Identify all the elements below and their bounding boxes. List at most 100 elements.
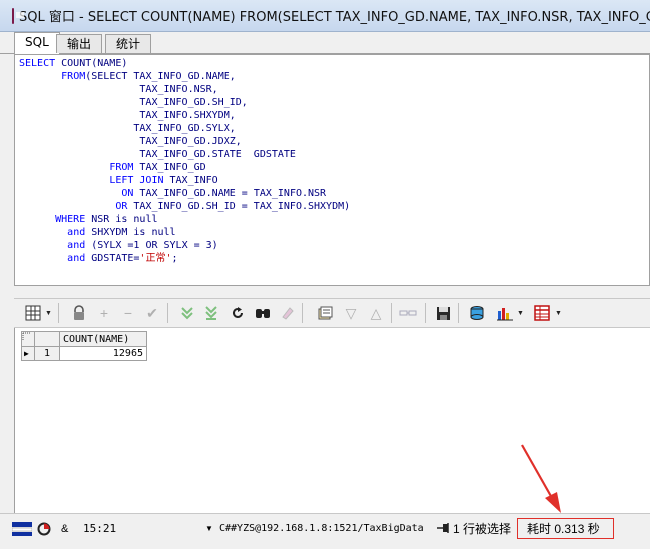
connection-info[interactable]: C##YZS@192.168.1.8:1521/TaxBigData [219, 521, 424, 537]
filter-up-icon[interactable]: △ [365, 301, 387, 325]
sql-line: FROM TAX_INFO_GD [19, 161, 206, 174]
sql-line: TAX_INFO_GD.SH_ID, [19, 96, 248, 109]
sql-keyword: LEFT JOIN [109, 175, 164, 186]
sql-indent [19, 201, 115, 212]
result-grid[interactable]: COUNT(NAME) ▶ 1 12965 [14, 328, 650, 513]
pin-icon [436, 522, 450, 538]
current-row-indicator-icon: ▶ [21, 346, 35, 361]
table-header-row: COUNT(NAME) [21, 331, 147, 347]
tab-sql[interactable]: SQL [14, 32, 60, 54]
column-header-count-name[interactable]: COUNT(NAME) [59, 331, 147, 347]
splitter[interactable] [14, 286, 650, 298]
sql-text: COUNT(NAME) [55, 58, 128, 69]
window-title: SQL 窗口 - SELECT COUNT(NAME) FROM(SELECT … [19, 10, 650, 25]
sql-text: SHXYDM is null [85, 227, 176, 238]
grid-dropdown-icon[interactable]: ▼ [45, 301, 53, 325]
sql-window-icon [12, 7, 24, 24]
toolbar-separator [425, 303, 426, 323]
sql-keyword: and [67, 253, 86, 264]
sql-indent [19, 188, 121, 199]
sql-line: FROM(SELECT TAX_INFO_GD.NAME, [19, 70, 236, 83]
sql-editor[interactable]: SELECT COUNT(NAME) FROM(SELECT TAX_INFO_… [14, 54, 650, 286]
sql-line: TAX_INFO_GD.STATE GDSTATE [19, 148, 296, 161]
sql-line: and (SYLX =1 OR SYLX = 3) [19, 239, 218, 252]
lock-icon[interactable] [68, 301, 90, 325]
toolbar-separator [58, 303, 59, 323]
sql-text: TAX_INFO_GD.SH_ID, [19, 97, 248, 108]
sql-keyword: WHERE [55, 214, 86, 225]
table-view-dropdown-icon[interactable]: ▼ [555, 301, 563, 325]
toolbar-separator [391, 303, 392, 323]
refresh-icon[interactable] [227, 301, 249, 325]
sql-line: TAX_INFO_GD.SYLX, [19, 122, 236, 135]
sql-indent [19, 214, 55, 225]
sql-line: ON TAX_INFO_GD.NAME = TAX_INFO.NSR [19, 187, 326, 200]
table-cell-count-value[interactable]: 12965 [59, 346, 147, 361]
sql-text: TAX_INFO_GD.SH_ID = TAX_INFO.SHXYDM) [127, 201, 351, 212]
query-by-example-icon[interactable] [314, 301, 336, 325]
sql-text: TAX_INFO_GD [133, 162, 206, 173]
sql-indent [19, 227, 67, 238]
filter-down-icon[interactable]: ▽ [340, 301, 362, 325]
sql-keyword: FROM [109, 162, 134, 173]
connection-dropdown-icon[interactable]: ▼ [205, 521, 213, 537]
find-icon[interactable] [252, 301, 274, 325]
sql-text: ; [171, 253, 178, 264]
sql-keyword: OR [115, 201, 128, 212]
sql-text: TAX_INFO_GD.NAME = TAX_INFO.NSR [133, 188, 327, 199]
sql-line: TAX_INFO.SHXYDM, [19, 109, 236, 122]
fetch-last-icon[interactable] [200, 301, 222, 325]
sql-keyword: and [67, 240, 86, 251]
fetch-next-icon[interactable] [176, 301, 198, 325]
grid-corner[interactable] [21, 331, 35, 347]
sql-text: (SYLX =1 OR SYLX = 3) [85, 240, 218, 251]
sql-text: TAX_INFO_GD.JDXZ, [19, 136, 242, 147]
clear-icon[interactable] [276, 301, 298, 325]
results-toolbar: ▼ + − ✔ ▽ △ ▼ ▼ [14, 298, 650, 328]
elapsed-time-highlight [517, 518, 614, 539]
link-icon[interactable] [397, 301, 419, 325]
table-view-icon[interactable] [531, 301, 553, 325]
status-mode-icon [11, 522, 33, 538]
tab-output[interactable]: 输出 [56, 34, 103, 53]
export-icon[interactable] [466, 301, 488, 325]
rows-selected: 1 行被选择 [453, 522, 512, 536]
title-bar: SQL 窗口 - SELECT COUNT(NAME) FROM(SELECT … [0, 0, 650, 32]
sql-indent [19, 71, 61, 82]
sql-string: '正常' [139, 253, 172, 264]
amp-indicator: & [61, 523, 69, 535]
delete-row-icon[interactable]: − [117, 301, 139, 325]
save-icon[interactable] [432, 301, 454, 325]
sql-indent [19, 162, 109, 173]
sql-text: TAX_INFO.SHXYDM, [19, 110, 236, 121]
timer-icon [37, 522, 51, 538]
sql-text: TAX_INFO_GD.SYLX, [19, 123, 236, 134]
sql-keyword: SELECT [19, 58, 56, 69]
result-table: COUNT(NAME) ▶ 1 12965 [21, 331, 147, 361]
grid-icon[interactable] [22, 301, 44, 325]
sql-line: SELECT COUNT(NAME) [19, 57, 127, 70]
sql-line: and SHXYDM is null [19, 226, 176, 239]
row-number: 1 [34, 346, 60, 361]
table-row[interactable]: ▶ 1 12965 [21, 346, 147, 361]
tab-bar: SQL 输出 统计 [0, 32, 650, 54]
toolbar-separator [167, 303, 168, 323]
add-row-icon[interactable]: + [93, 301, 115, 325]
sql-indent [19, 253, 67, 264]
sql-line: TAX_INFO.NSR, [19, 83, 217, 96]
post-icon[interactable]: ✔ [141, 301, 163, 325]
sql-text: NSR is null [85, 214, 158, 225]
sql-line: and GDSTATE='正常'; [19, 252, 178, 265]
sql-text: TAX_INFO [163, 175, 218, 186]
toolbar-separator [458, 303, 459, 323]
toolbar-separator [302, 303, 303, 323]
chart-icon[interactable] [494, 301, 516, 325]
sql-keyword: FROM [61, 71, 86, 82]
rownum-header [34, 331, 60, 347]
sql-text: (SELECT TAX_INFO_GD.NAME, [85, 71, 236, 82]
sql-line: LEFT JOIN TAX_INFO [19, 174, 218, 187]
tab-statistics[interactable]: 统计 [105, 34, 152, 53]
sql-keyword: ON [121, 188, 134, 199]
chart-dropdown-icon[interactable]: ▼ [517, 301, 525, 325]
sql-line: TAX_INFO_GD.JDXZ, [19, 135, 242, 148]
